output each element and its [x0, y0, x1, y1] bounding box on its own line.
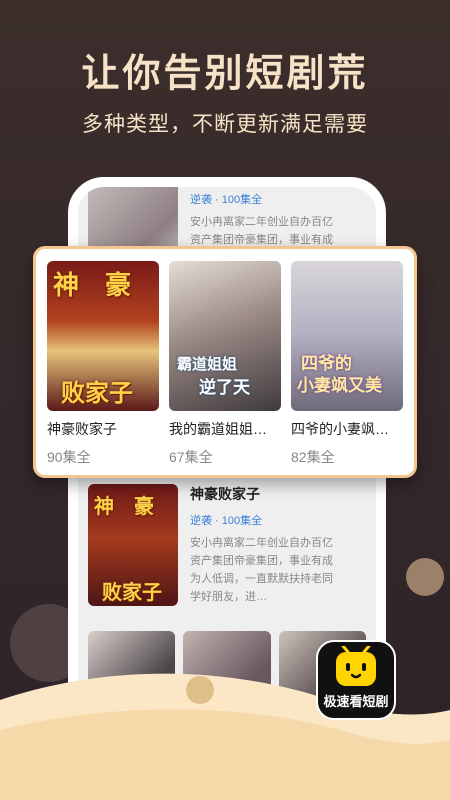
decor-circle: [186, 676, 214, 704]
episode-count: 67集全: [169, 449, 213, 465]
drama-card[interactable]: 神 豪 败家子 神豪败家子 90集全: [47, 261, 159, 467]
drama-desc: 安小冉离家二年创业自办百亿 资产集团帝豪集团，事业有成: [190, 216, 333, 246]
headline: 让你告别短剧荒: [81, 53, 369, 95]
subline: 多种类型，不断更新满足需要: [82, 113, 368, 136]
app-logo: 极速看短剧: [316, 640, 396, 720]
drama-thumbnail: 神 豪 败家子: [88, 484, 178, 606]
episode-count: 90集全: [47, 449, 91, 465]
drama-card[interactable]: 四爷的 小妻飒又美 四爷的小妻飒… 82集全: [291, 261, 403, 467]
drama-cover: 霸道姐姐 逆了天: [169, 261, 281, 411]
decor-circle: [406, 558, 444, 596]
drama-meta: 逆袭 · 100集全: [190, 515, 263, 527]
app-name: 极速看短剧: [323, 694, 389, 709]
drama-meta: 逆袭 · 100集全: [190, 194, 263, 206]
list-item[interactable]: 神 豪 败家子 神豪败家子 逆袭 · 100集全 安小冉离家二年创业自办百亿 资…: [88, 484, 366, 606]
drama-title: 我的霸道姐姐…: [169, 421, 267, 437]
featured-card: 神 豪 败家子 神豪败家子 90集全 霸道姐姐 逆了天 我的霸道姐姐… 67集全…: [33, 246, 417, 478]
episode-count: 82集全: [291, 449, 335, 465]
drama-cover: 四爷的 小妻飒又美: [291, 261, 403, 411]
drama-title: 神豪败家子: [47, 421, 117, 437]
drama-cover: 神 豪 败家子: [47, 261, 159, 411]
drama-title: 神豪败家子: [190, 486, 260, 502]
drama-title: 四爷的小妻飒…: [291, 421, 389, 437]
drama-card[interactable]: 霸道姐姐 逆了天 我的霸道姐姐… 67集全: [169, 261, 281, 467]
drama-desc: 安小冉离家二年创业自办百亿 资产集团帝豪集团，事业有成 为人低调，一直默默扶持老…: [190, 537, 333, 603]
